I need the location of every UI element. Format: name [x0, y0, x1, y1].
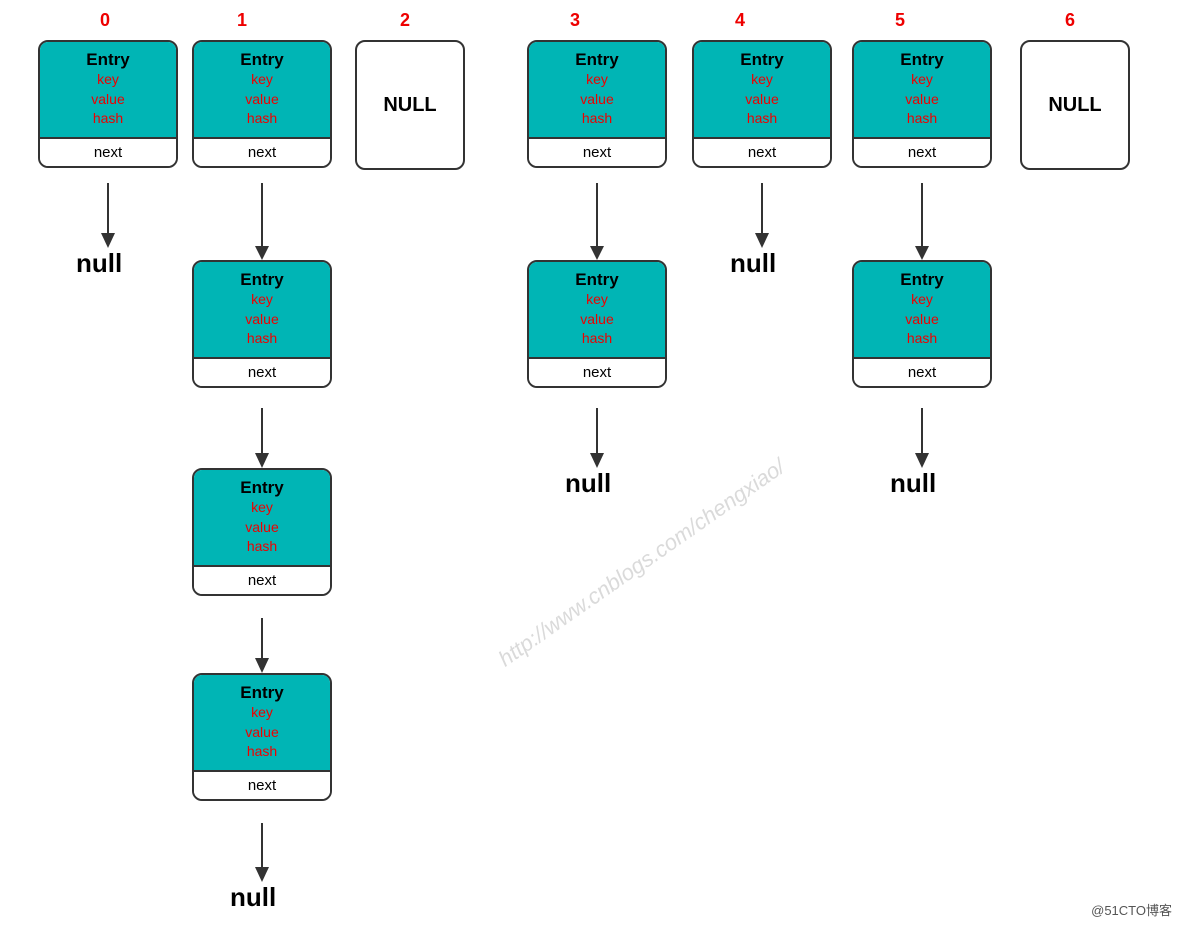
entry-field-5-hash: hash: [858, 109, 986, 129]
null-text-bottom: null: [230, 882, 276, 913]
null-text-0: null: [76, 248, 122, 279]
credit: @51CTO博客: [1091, 900, 1172, 919]
null-label-2: NULL: [383, 94, 436, 117]
entry-title-1-3: Entry: [198, 478, 326, 498]
entry-top-4: Entry key value hash: [694, 42, 830, 137]
entry-next-0: next: [40, 137, 176, 166]
entry-field-0-key: key: [44, 70, 172, 90]
entry-top-3: Entry key value hash: [529, 42, 665, 137]
entry-field-1-key: key: [198, 70, 326, 90]
entry-field-1-2-value: value: [198, 310, 326, 330]
entry-title-1: Entry: [198, 50, 326, 70]
watermark: http://www.cnblogs.com/chengxiao/: [494, 454, 790, 672]
index-6: 6: [1065, 10, 1075, 31]
entry-box-5: Entry key value hash next: [852, 40, 992, 168]
entry-top-1: Entry key value hash: [194, 42, 330, 137]
entry-top-1-4: Entry key value hash: [194, 675, 330, 770]
entry-title-3: Entry: [533, 50, 661, 70]
entry-box-0: Entry key value hash next: [38, 40, 178, 168]
entry-next-4: next: [694, 137, 830, 166]
index-1: 1: [237, 10, 247, 31]
entry-box-4: Entry key value hash next: [692, 40, 832, 168]
index-3: 3: [570, 10, 580, 31]
entry-box-1-2: Entry key value hash next: [192, 260, 332, 388]
entry-field-1-4-value: value: [198, 723, 326, 743]
entry-field-5-2-hash: hash: [858, 329, 986, 349]
entry-top-1-3: Entry key value hash: [194, 470, 330, 565]
entry-field-0-value: value: [44, 90, 172, 110]
entry-next-1-3: next: [194, 565, 330, 594]
null-text-5-2: null: [890, 468, 936, 499]
entry-next-1: next: [194, 137, 330, 166]
entry-field-5-key: key: [858, 70, 986, 90]
entry-top-5: Entry key value hash: [854, 42, 990, 137]
entry-top-3-2: Entry key value hash: [529, 262, 665, 357]
entry-field-1-3-value: value: [198, 518, 326, 538]
null-box-6: NULL: [1020, 40, 1130, 170]
entry-next-1-2: next: [194, 357, 330, 386]
entry-top-5-2: Entry key value hash: [854, 262, 990, 357]
diagram: 0 1 2 3 4 5 6 Entry key value hash next …: [0, 0, 1184, 927]
entry-field-1-value: value: [198, 90, 326, 110]
entry-field-1-3-hash: hash: [198, 537, 326, 557]
null-label-6: NULL: [1048, 94, 1101, 117]
entry-box-3: Entry key value hash next: [527, 40, 667, 168]
entry-field-1-2-hash: hash: [198, 329, 326, 349]
entry-box-1-4: Entry key value hash next: [192, 673, 332, 801]
index-4: 4: [735, 10, 745, 31]
entry-top-0: Entry key value hash: [40, 42, 176, 137]
entry-field-3-hash: hash: [533, 109, 661, 129]
entry-field-5-2-value: value: [858, 310, 986, 330]
entry-title-1-2: Entry: [198, 270, 326, 290]
entry-next-5-2: next: [854, 357, 990, 386]
entry-title-0: Entry: [44, 50, 172, 70]
entry-field-4-hash: hash: [698, 109, 826, 129]
entry-field-1-hash: hash: [198, 109, 326, 129]
index-2: 2: [400, 10, 410, 31]
entry-title-5: Entry: [858, 50, 986, 70]
entry-field-3-2-value: value: [533, 310, 661, 330]
entry-field-3-key: key: [533, 70, 661, 90]
entry-field-4-value: value: [698, 90, 826, 110]
entry-field-1-4-key: key: [198, 703, 326, 723]
null-text-4: null: [730, 248, 776, 279]
entry-field-0-hash: hash: [44, 109, 172, 129]
entry-title-3-2: Entry: [533, 270, 661, 290]
entry-title-1-4: Entry: [198, 683, 326, 703]
null-box-2: NULL: [355, 40, 465, 170]
entry-box-3-2: Entry key value hash next: [527, 260, 667, 388]
entry-box-1: Entry key value hash next: [192, 40, 332, 168]
entry-field-1-3-key: key: [198, 498, 326, 518]
entry-top-1-2: Entry key value hash: [194, 262, 330, 357]
entry-field-4-key: key: [698, 70, 826, 90]
entry-field-3-2-hash: hash: [533, 329, 661, 349]
entry-field-3-2-key: key: [533, 290, 661, 310]
entry-field-5-2-key: key: [858, 290, 986, 310]
entry-field-5-value: value: [858, 90, 986, 110]
index-5: 5: [895, 10, 905, 31]
null-text-3-2: null: [565, 468, 611, 499]
entry-title-5-2: Entry: [858, 270, 986, 290]
entry-next-1-4: next: [194, 770, 330, 799]
entry-title-4: Entry: [698, 50, 826, 70]
entry-next-3-2: next: [529, 357, 665, 386]
entry-box-1-3: Entry key value hash next: [192, 468, 332, 596]
entry-next-3: next: [529, 137, 665, 166]
index-0: 0: [100, 10, 110, 31]
entry-field-1-2-key: key: [198, 290, 326, 310]
entry-field-1-4-hash: hash: [198, 742, 326, 762]
entry-next-5: next: [854, 137, 990, 166]
entry-box-5-2: Entry key value hash next: [852, 260, 992, 388]
entry-field-3-value: value: [533, 90, 661, 110]
